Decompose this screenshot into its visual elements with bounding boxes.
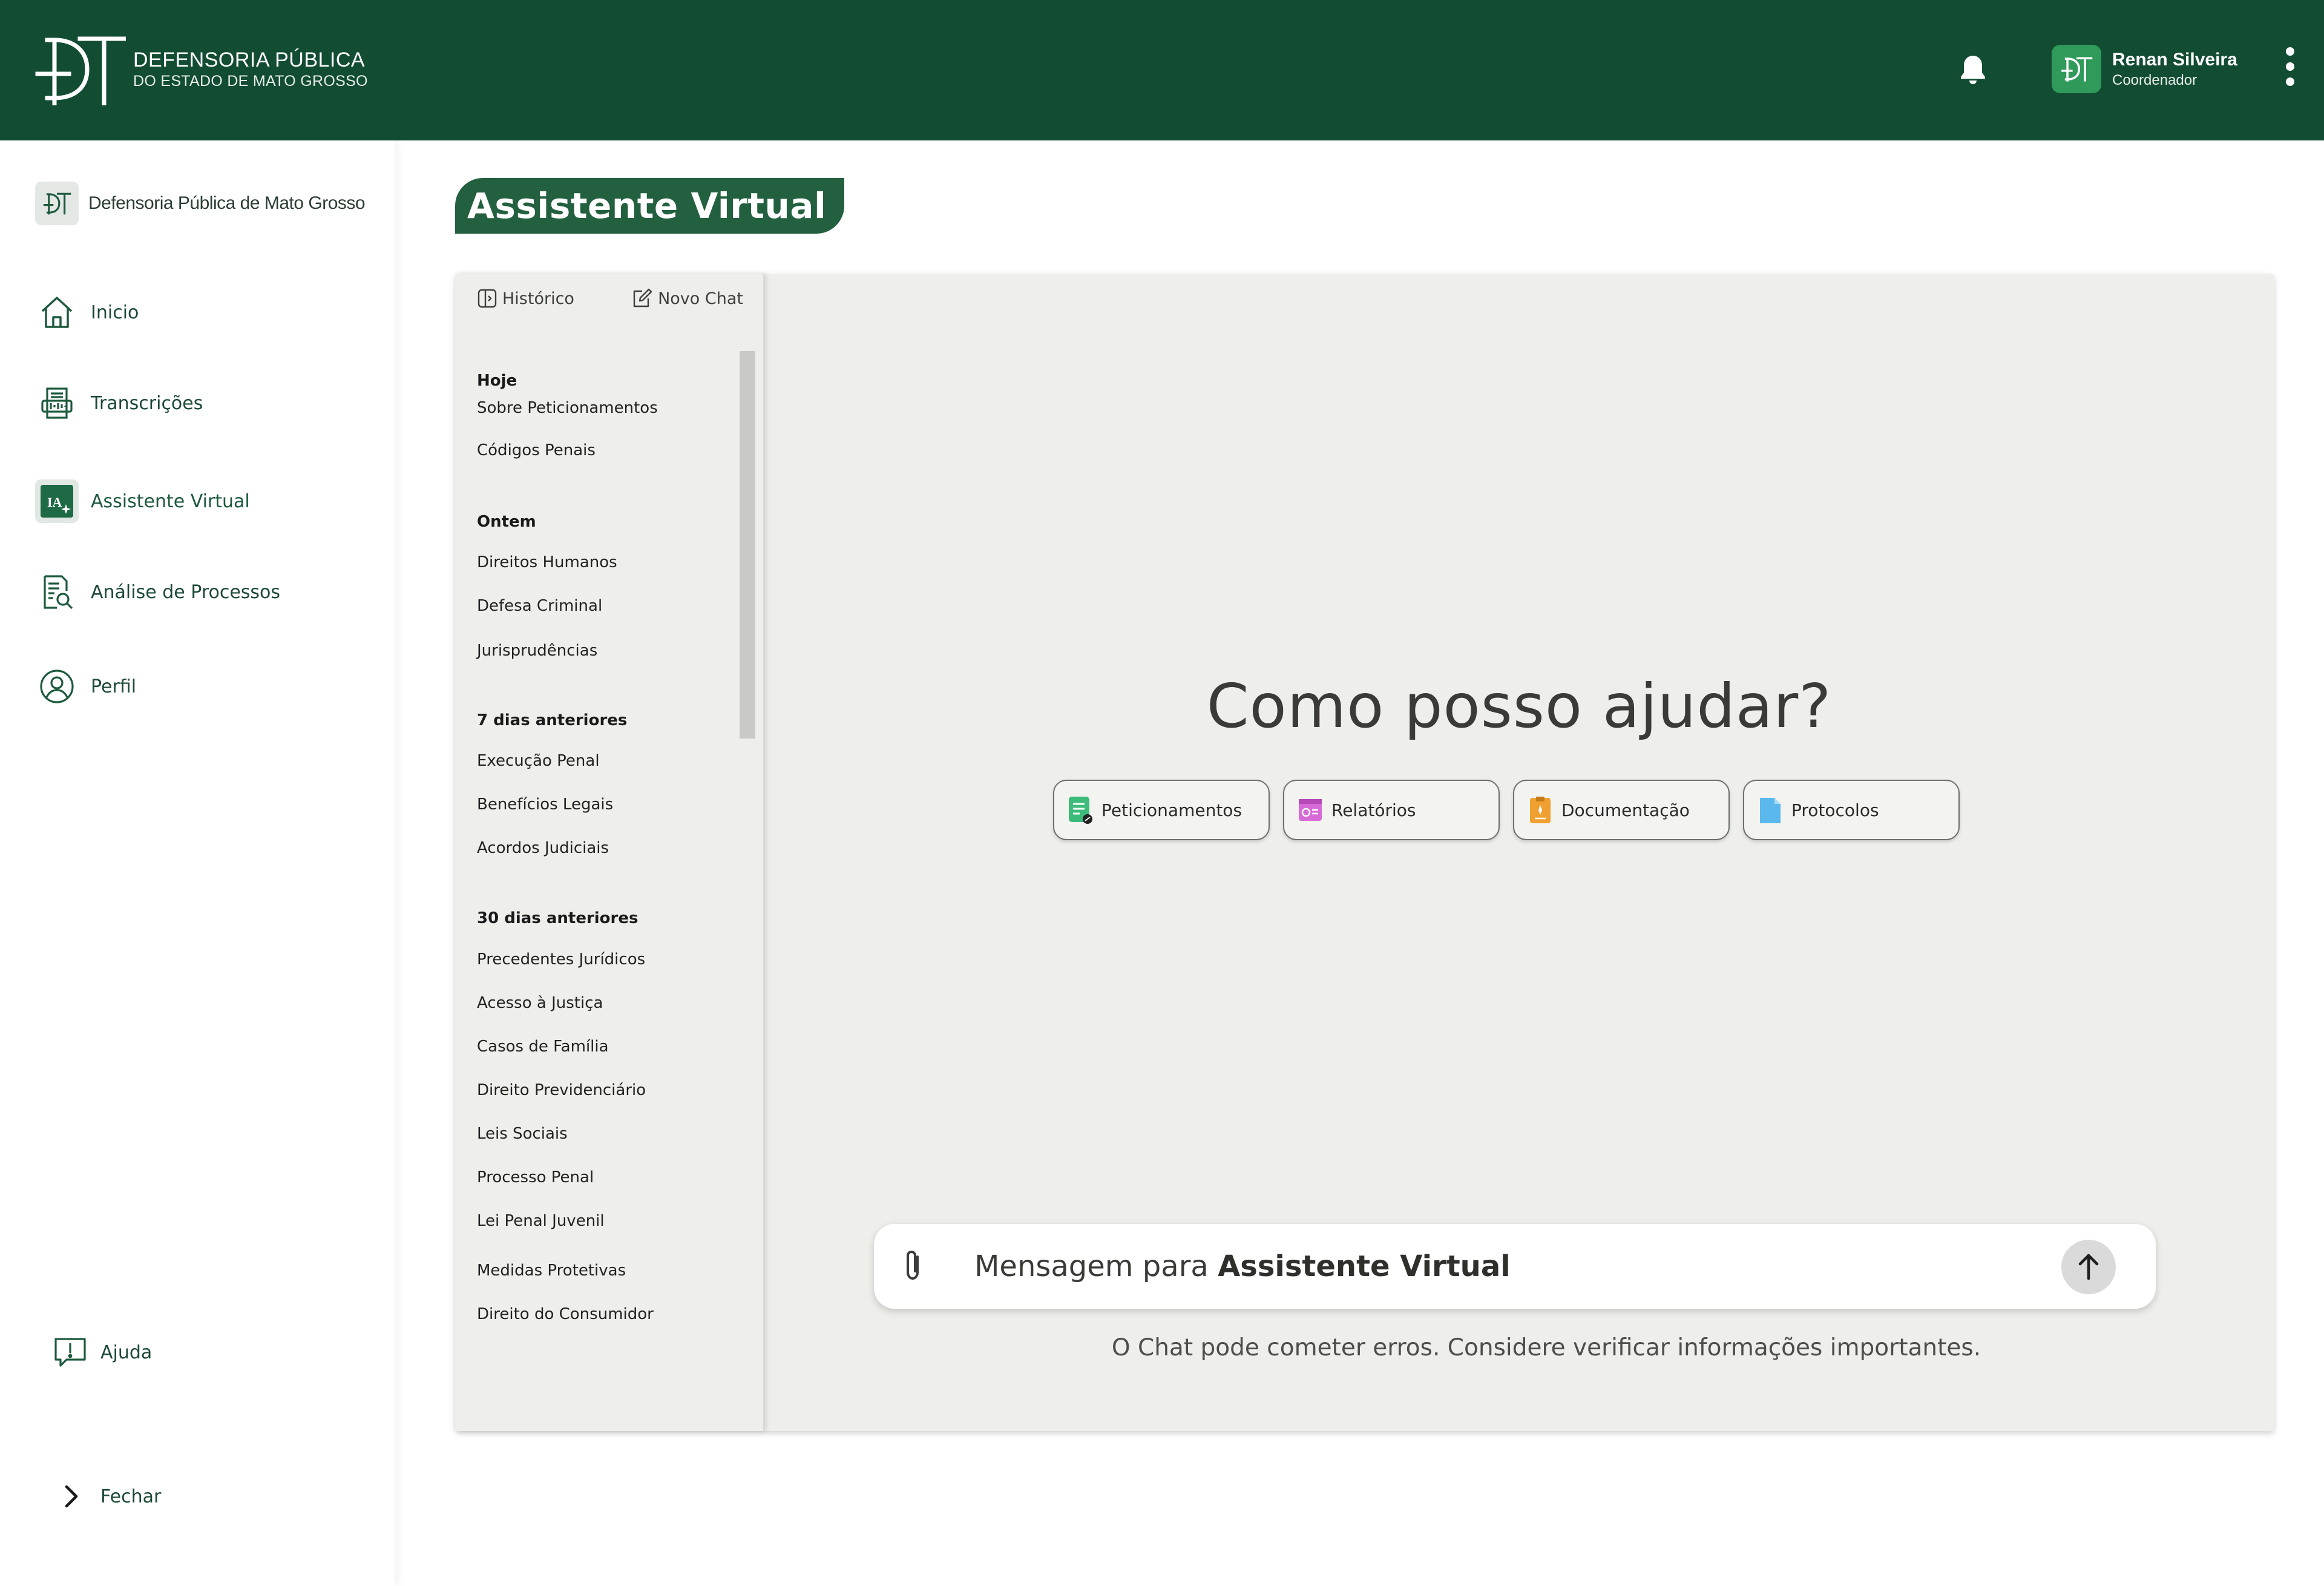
user-profile[interactable]: Renan Silveira Coordenador — [2052, 45, 2237, 93]
message-composer: Mensagem para Assistente Virtual — [874, 1224, 2156, 1309]
list-item[interactable]: Direitos Humanos — [477, 553, 617, 571]
list-item[interactable]: Sobre Peticionamentos — [477, 399, 658, 417]
sidebar: Defensoria Pública de Mato Grosso Inicio… — [0, 140, 395, 1586]
sidebar-item-label: Perfil — [91, 676, 137, 697]
sidebar-item-assistente-virtual[interactable]: IA Assistente Virtual — [35, 479, 250, 523]
paperclip-icon[interactable] — [898, 1248, 928, 1285]
top-header: DEFENSORIA PÚBLICA DO ESTADO DE MATO GRO… — [0, 0, 2324, 140]
list-item[interactable]: Jurisprudências — [477, 642, 597, 660]
history-scrollbar[interactable] — [737, 340, 755, 747]
suggestion-label: Relatórios — [1331, 800, 1416, 820]
help-chat-icon — [48, 1331, 92, 1374]
org-header: Defensoria Pública de Mato Grosso — [35, 182, 366, 225]
history-group-yesterday: Ontem — [477, 513, 536, 531]
list-item[interactable]: Lei Penal Juvenil — [477, 1212, 605, 1230]
sidebar-item-label: Análise de Processos — [91, 581, 281, 603]
dpmt-logo-icon — [35, 36, 126, 105]
new-chat-button[interactable]: Novo Chat — [631, 288, 743, 309]
help-label: Ajuda — [100, 1341, 153, 1363]
suggestion-peticionamentos[interactable]: Peticionamentos — [1053, 780, 1270, 840]
message-input-placeholder: Mensagem para — [974, 1249, 1218, 1283]
petition-icon — [1069, 797, 1092, 824]
history-group-today: Hoje — [477, 372, 517, 390]
protocol-icon — [1760, 798, 1781, 823]
chat-panel: Histórico Novo Chat Hoje Sobre Peticiona… — [455, 274, 2274, 1431]
list-item[interactable]: Casos de Família — [477, 1038, 609, 1056]
close-label: Fechar — [100, 1486, 162, 1507]
message-input-placeholder-bold: Assistente Virtual — [1218, 1249, 1511, 1283]
history-label: Histórico — [502, 289, 574, 308]
org-name: Defensoria Pública de Mato Grosso — [88, 193, 366, 213]
sidebar-item-label: Inicio — [91, 301, 139, 323]
kebab-menu-icon[interactable] — [2283, 47, 2297, 86]
sidebar-item-label: Transcrições — [91, 392, 203, 414]
user-name: Renan Silveira — [2112, 50, 2237, 70]
ai-icon: IA — [35, 479, 79, 523]
list-item[interactable]: Precedentes Jurídicos — [477, 950, 645, 969]
list-item[interactable]: Benefícios Legais — [477, 795, 613, 814]
user-role: Coordenador — [2112, 72, 2198, 88]
page-title: Assistente Virtual — [467, 185, 827, 226]
suggestion-label: Peticionamentos — [1101, 800, 1242, 820]
list-item[interactable]: Códigos Penais — [477, 441, 596, 459]
home-icon — [35, 291, 79, 334]
history-toggle-button[interactable]: Histórico — [477, 288, 574, 309]
message-input[interactable]: Mensagem para Assistente Virtual — [974, 1246, 2003, 1287]
welcome-heading: Como posso ajudar? — [1206, 671, 1832, 742]
svg-text:IA: IA — [47, 495, 62, 510]
list-item[interactable]: Leis Sociais — [477, 1125, 568, 1143]
dpmt-logo-icon — [2061, 57, 2093, 82]
new-chat-label: Novo Chat — [658, 289, 743, 308]
arrow-up-icon — [2078, 1254, 2099, 1280]
list-item[interactable]: Medidas Protetivas — [477, 1262, 626, 1280]
suggestion-relatorios[interactable]: Relatórios — [1283, 780, 1500, 840]
list-item[interactable]: Defesa Criminal — [477, 597, 602, 615]
list-item[interactable]: Execução Penal — [477, 752, 600, 770]
send-button[interactable] — [2061, 1240, 2116, 1294]
avatar — [2052, 45, 2101, 93]
sidebar-item-transcricoes[interactable]: Transcrições — [35, 381, 203, 425]
bell-icon[interactable] — [1958, 53, 1988, 85]
list-item[interactable]: Direito Previdenciário — [477, 1081, 646, 1099]
sidebar-item-perfil[interactable]: Perfil — [35, 665, 136, 708]
sidebar-toggle-icon — [478, 289, 497, 308]
list-item[interactable]: Direito do Consumidor — [477, 1305, 654, 1323]
disclaimer-text: O Chat pode cometer erros. Considere ver… — [1111, 1334, 1981, 1361]
documentation-icon — [1530, 797, 1551, 823]
close-sidebar-button[interactable]: Fechar — [48, 1475, 161, 1518]
suggestion-label: Documentação — [1561, 800, 1690, 820]
sidebar-item-analise-processos[interactable]: Análise de Processos — [35, 570, 280, 614]
suggestion-protocolos[interactable]: Protocolos — [1743, 780, 1960, 840]
suggestion-chips: Peticionamentos Relatórios Documentação — [1053, 780, 1960, 840]
list-item[interactable]: Acesso à Justiça — [477, 994, 603, 1012]
report-icon — [1299, 799, 1322, 821]
list-item[interactable]: Acordos Judiciais — [477, 839, 609, 857]
chevron-right-icon — [48, 1475, 92, 1518]
suggestion-label: Protocolos — [1791, 800, 1879, 820]
list-item[interactable]: Processo Penal — [477, 1168, 594, 1186]
document-search-icon — [35, 570, 79, 614]
edit-icon — [633, 288, 652, 308]
history-group-30-days: 30 dias anteriores — [477, 909, 638, 927]
brand-title: DEFENSORIA PÚBLICA — [133, 48, 366, 71]
history-group-7-days: 7 dias anteriores — [477, 711, 628, 729]
page-title-badge: Assistente Virtual — [455, 178, 845, 234]
transcription-icon — [35, 381, 79, 425]
sidebar-item-label: Assistente Virtual — [91, 490, 250, 512]
sidebar-item-inicio[interactable]: Inicio — [35, 291, 139, 334]
user-circle-icon — [35, 665, 79, 708]
history-panel: Histórico Novo Chat Hoje Sobre Peticiona… — [455, 274, 764, 1431]
dpmt-logo-icon — [35, 182, 79, 225]
brand[interactable]: DEFENSORIA PÚBLICA DO ESTADO DE MATO GRO… — [34, 33, 368, 105]
help-button[interactable]: Ajuda — [48, 1331, 152, 1374]
suggestion-documentacao[interactable]: Documentação — [1513, 780, 1730, 840]
brand-subtitle: DO ESTADO DE MATO GROSSO — [133, 73, 368, 90]
